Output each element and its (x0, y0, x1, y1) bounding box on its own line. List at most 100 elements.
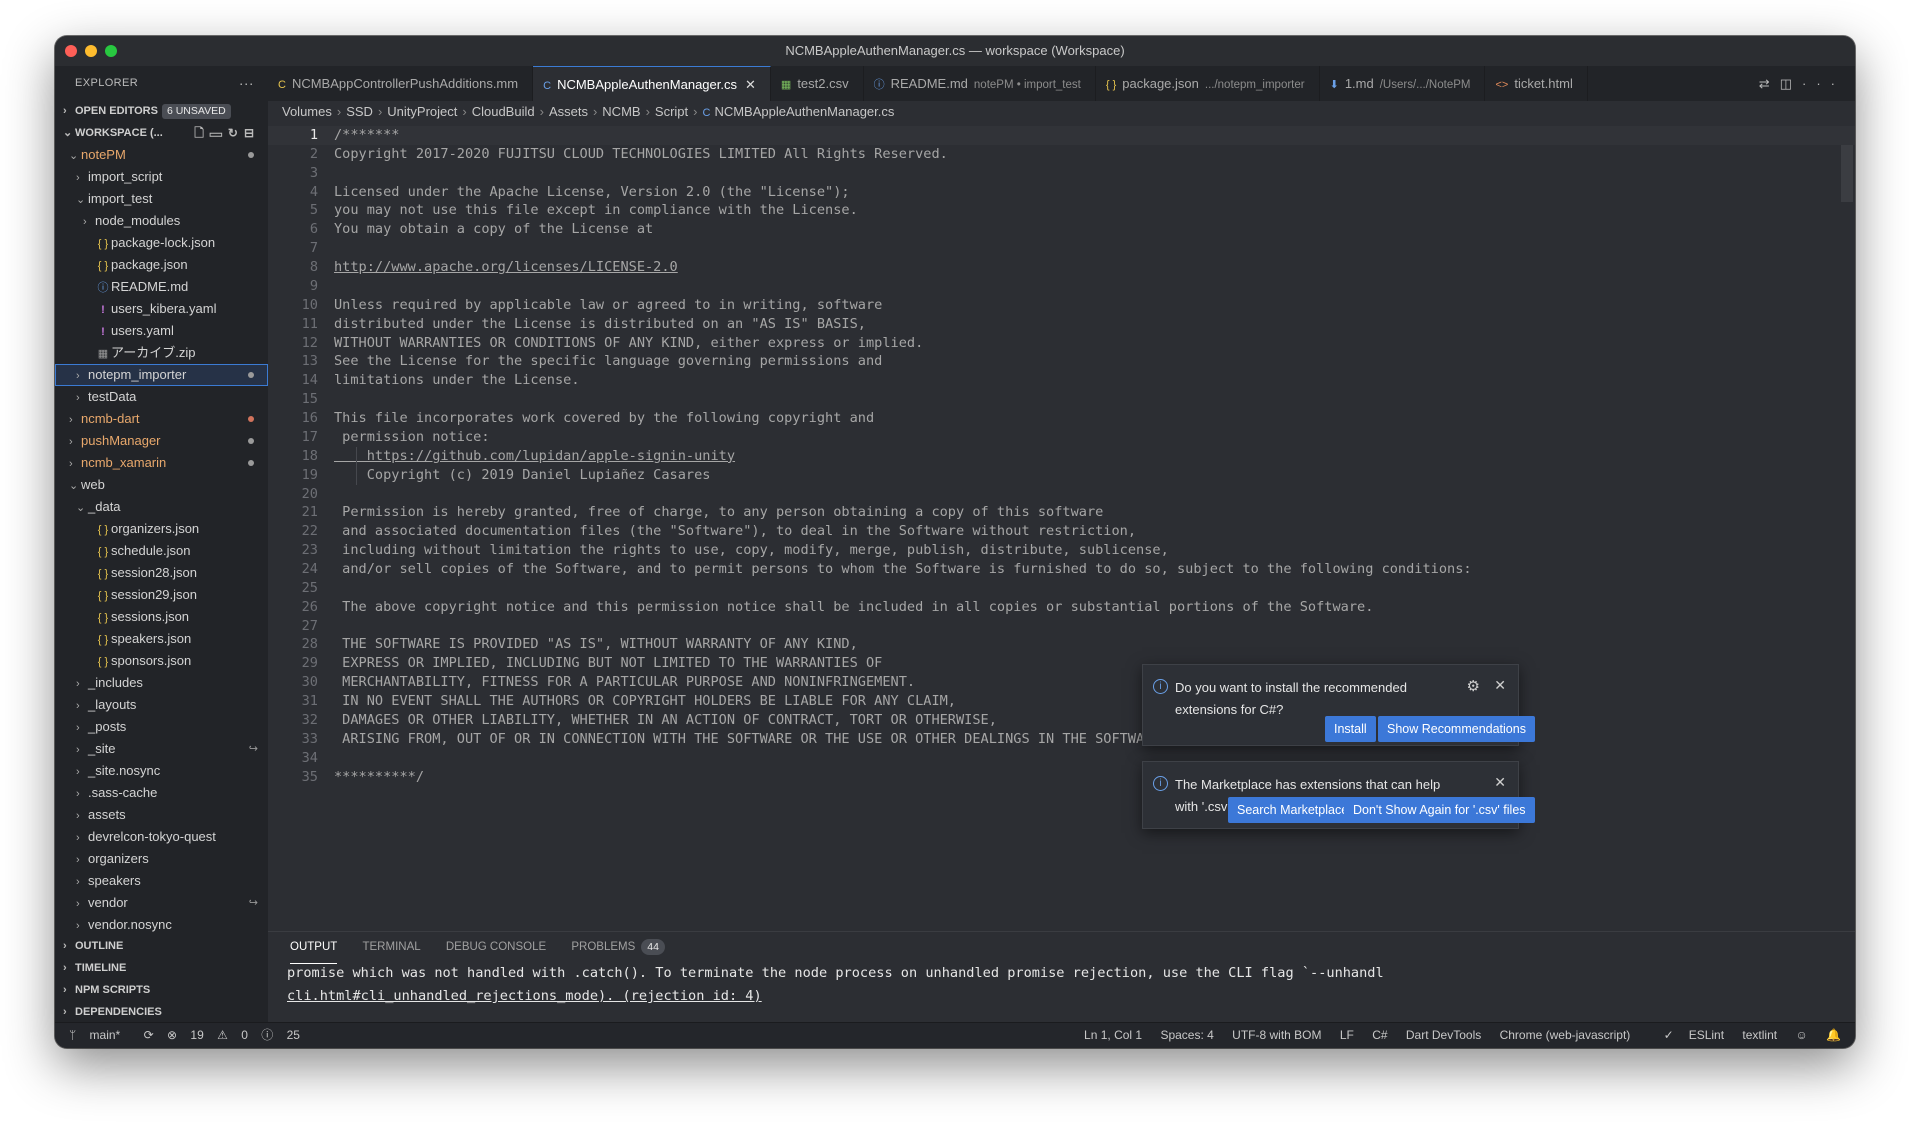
tree-item[interactable]: ⌄ _data (55, 496, 268, 518)
tree-item[interactable]: { } sponsors.json (55, 650, 268, 672)
breadcrumb-item[interactable]: SSD (346, 104, 373, 119)
code-text: Permission is hereby granted, free of ch… (334, 504, 1104, 521)
feedback-icon[interactable]: ☺ (1795, 1028, 1807, 1042)
sync-icon[interactable]: ⟳ (144, 1028, 154, 1042)
chrome-debug[interactable]: Chrome (web-javascript) (1500, 1028, 1631, 1042)
tree-item[interactable]: › vendor ↪ (55, 892, 268, 914)
editor-tab[interactable]: C NCMBAppControllerPushAdditions.mm (268, 66, 534, 101)
tree-item[interactable]: ! users_kibera.yaml (55, 298, 268, 320)
tree-item[interactable]: ⌄ import_test (55, 188, 268, 210)
npm-scripts-section[interactable]: › NPM SCRIPTS (55, 979, 268, 1001)
dart-devtools[interactable]: Dart DevTools (1406, 1028, 1481, 1042)
indentation[interactable]: Spaces: 4 (1160, 1028, 1213, 1042)
tab-debug-console[interactable]: DEBUG CONSOLE (446, 932, 546, 962)
breadcrumb-item[interactable]: UnityProject (387, 104, 457, 119)
breadcrumb-item[interactable]: CloudBuild (472, 104, 535, 119)
tree-item[interactable]: { } speakers.json (55, 628, 268, 650)
tree-item[interactable]: › pushManager (55, 430, 268, 452)
tree-item[interactable]: › ncmb_xamarin (55, 452, 268, 474)
code-link[interactable]: https://github.com/lupidan/apple-signin-… (334, 447, 735, 466)
tree-item[interactable]: { } session29.json (55, 584, 268, 606)
tree-item[interactable]: { } schedule.json (55, 540, 268, 562)
close-icon[interactable]: ✕ (745, 77, 756, 92)
editor-tab[interactable]: C NCMBAppleAuthenManager.cs ✕ (533, 66, 771, 102)
tree-item[interactable]: ⌄ notePM (55, 144, 268, 166)
gear-icon[interactable]: ⚙ (1467, 677, 1480, 695)
code-line: 19 Copyright (c) 2019 Daniel Lupiañez Ca… (268, 466, 1855, 485)
tab-problems[interactable]: PROBLEMS 44 (571, 932, 665, 962)
breadcrumb-item[interactable]: NCMBAppleAuthenManager.cs (714, 104, 894, 119)
tree-item[interactable]: › assets (55, 804, 268, 826)
tree-item[interactable]: › testData (55, 386, 268, 408)
editor-tab[interactable]: ⬇ 1.md/Users/.../NotePM (1320, 66, 1486, 101)
tree-item[interactable]: { } package.json (55, 254, 268, 276)
dependencies-section[interactable]: › DEPENDENCIES (55, 1001, 268, 1023)
tree-item[interactable]: ⌄ web (55, 474, 268, 496)
cursor-position[interactable]: Ln 1, Col 1 (1084, 1028, 1142, 1042)
show-recommendations-button[interactable]: Show Recommendations (1378, 716, 1535, 742)
code-link[interactable]: http://www.apache.org/licenses/LICENSE-2… (334, 258, 678, 277)
tree-item[interactable]: { } sessions.json (55, 606, 268, 628)
tree-item[interactable]: › speakers (55, 870, 268, 892)
close-icon[interactable]: ✕ (1494, 677, 1506, 694)
tree-item[interactable]: › _site.nosync (55, 760, 268, 782)
editor-tab[interactable]: ⓘ README.md notePM • import_test (864, 66, 1096, 101)
notifications-bell-icon[interactable]: 🔔 (1826, 1028, 1841, 1042)
more-actions-icon[interactable]: ··· (1802, 76, 1845, 91)
maximize-window-button[interactable] (105, 45, 117, 57)
tree-item[interactable]: › devrelcon-tokyo-quest (55, 826, 268, 848)
breadcrumb-item[interactable]: Assets (549, 104, 588, 119)
tree-item[interactable]: ▦ アーカイブ.zip (55, 342, 268, 364)
line-ending[interactable]: LF (1340, 1028, 1354, 1042)
textlint-status[interactable]: textlint (1742, 1028, 1777, 1042)
tree-item[interactable]: { } organizers.json (55, 518, 268, 540)
tree-item[interactable]: ⓘ README.md (55, 276, 268, 298)
tab-terminal[interactable]: TERMINAL (362, 932, 420, 962)
split-editor-icon[interactable]: ◫ (1780, 76, 1802, 91)
branch-indicator[interactable]: ᛘ main* (69, 1028, 130, 1042)
tree-item[interactable]: › node_modules (55, 210, 268, 232)
language-mode[interactable]: C# (1372, 1028, 1387, 1042)
tree-item[interactable]: › _site ↪ (55, 738, 268, 760)
tree-item[interactable]: › _posts (55, 716, 268, 738)
search-marketplace-button[interactable]: Search Marketplace (1228, 797, 1358, 823)
compare-icon[interactable]: ⇄ (1759, 76, 1780, 91)
eslint-status[interactable]: ✓ ESLint (1649, 1028, 1724, 1042)
tree-item[interactable]: { } session28.json (55, 562, 268, 584)
code-editor[interactable]: 1 /******* 2 Copyright 2017-2020 FUJITSU CL… (268, 123, 1855, 931)
tree-item[interactable]: › .sass-cache (55, 782, 268, 804)
new-folder-icon[interactable]: ▭ (210, 126, 228, 140)
tree-item[interactable]: { } package-lock.json (55, 232, 268, 254)
close-icon[interactable]: ✕ (1494, 774, 1506, 791)
editor-tab[interactable]: { } package.json .../notepm_importer (1096, 66, 1320, 101)
workspace-section[interactable]: ⌄ WORKSPACE (... 🗋▭↻⊟ (55, 122, 268, 144)
minimize-window-button[interactable] (85, 45, 97, 57)
problems-indicator[interactable]: ⊗ 19 ⚠ 0 ⓘ 25 (167, 1028, 310, 1042)
tab-output[interactable]: OUTPUT (290, 932, 338, 964)
tree-item[interactable]: › ncmb-dart (55, 408, 268, 430)
tree-item[interactable]: › vendor.nosync (55, 914, 268, 936)
collapse-all-icon[interactable]: ⊟ (244, 126, 260, 140)
tree-item[interactable]: › import_script (55, 166, 268, 188)
open-editors-section[interactable]: › OPEN EDITORS 6 UNSAVED (55, 100, 268, 122)
editor-tab[interactable]: <> ticket.html (1485, 66, 1588, 101)
breadcrumb-item[interactable]: Script (655, 104, 688, 119)
file-type-icon: ! (101, 326, 105, 338)
more-actions-icon[interactable]: ··· (239, 66, 254, 100)
encoding[interactable]: UTF-8 with BOM (1232, 1028, 1321, 1042)
outline-section[interactable]: › OUTLINE (55, 935, 268, 957)
new-file-icon[interactable]: 🗋 (194, 126, 210, 140)
tree-item[interactable]: › _includes (55, 672, 268, 694)
breadcrumb-item[interactable]: Volumes (282, 104, 332, 119)
timeline-section[interactable]: › TIMELINE (55, 957, 268, 979)
tree-item[interactable]: › notepm_importer (55, 364, 268, 386)
dont-show-again-button[interactable]: Don't Show Again for '.csv' files (1344, 797, 1535, 823)
editor-tab[interactable]: ▦ test2.csv (771, 66, 864, 101)
close-window-button[interactable] (65, 45, 77, 57)
tree-item[interactable]: ! users.yaml (55, 320, 268, 342)
install-button[interactable]: Install (1325, 716, 1376, 742)
tree-item[interactable]: › _layouts (55, 694, 268, 716)
refresh-icon[interactable]: ↻ (228, 126, 244, 140)
breadcrumb-item[interactable]: NCMB (602, 104, 640, 119)
tree-item[interactable]: › organizers (55, 848, 268, 870)
